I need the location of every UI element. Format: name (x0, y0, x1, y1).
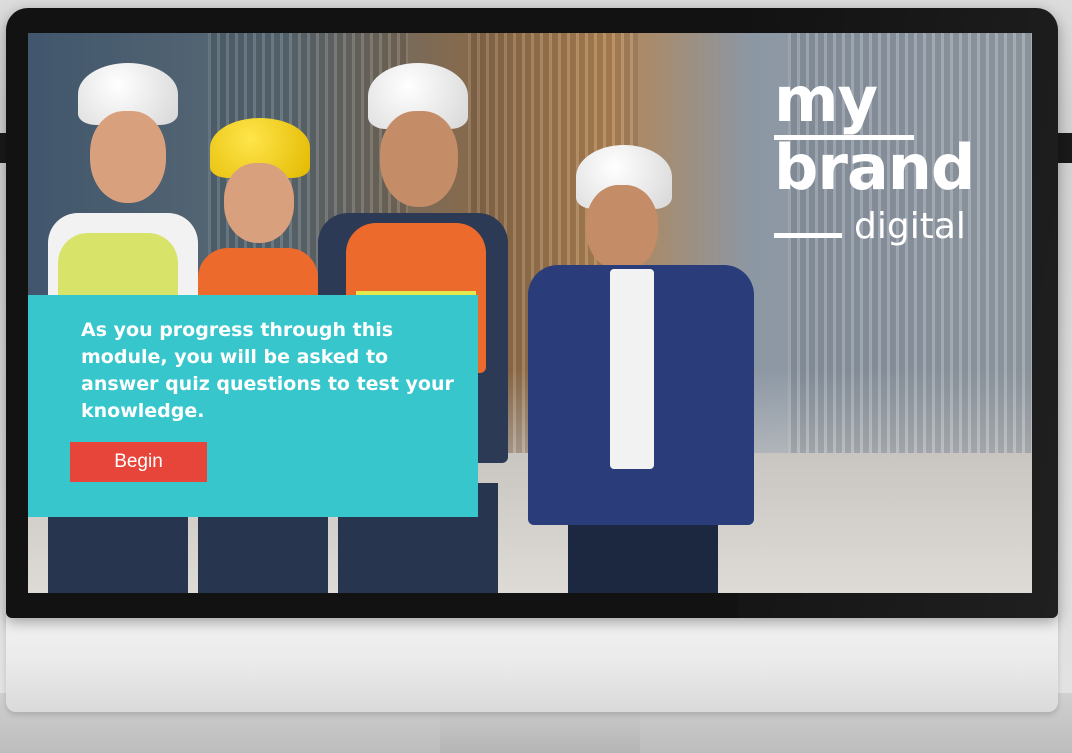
monitor-stand (440, 710, 640, 753)
begin-button[interactable]: Begin (70, 442, 207, 482)
intro-message: As you progress through this module, you… (81, 319, 454, 422)
brand-logo-line1: my (774, 63, 878, 136)
brand-logo-line3: digital (854, 206, 966, 247)
worker-figure (528, 145, 758, 593)
course-screen: my brand digital As you progress through… (28, 33, 1032, 593)
brand-logo: my brand digital (774, 69, 1014, 265)
intro-card: As you progress through this module, you… (28, 295, 478, 517)
brand-logo-line2: brand (774, 131, 975, 204)
brand-logo-dash (774, 233, 842, 238)
monitor-chin (6, 612, 1058, 712)
